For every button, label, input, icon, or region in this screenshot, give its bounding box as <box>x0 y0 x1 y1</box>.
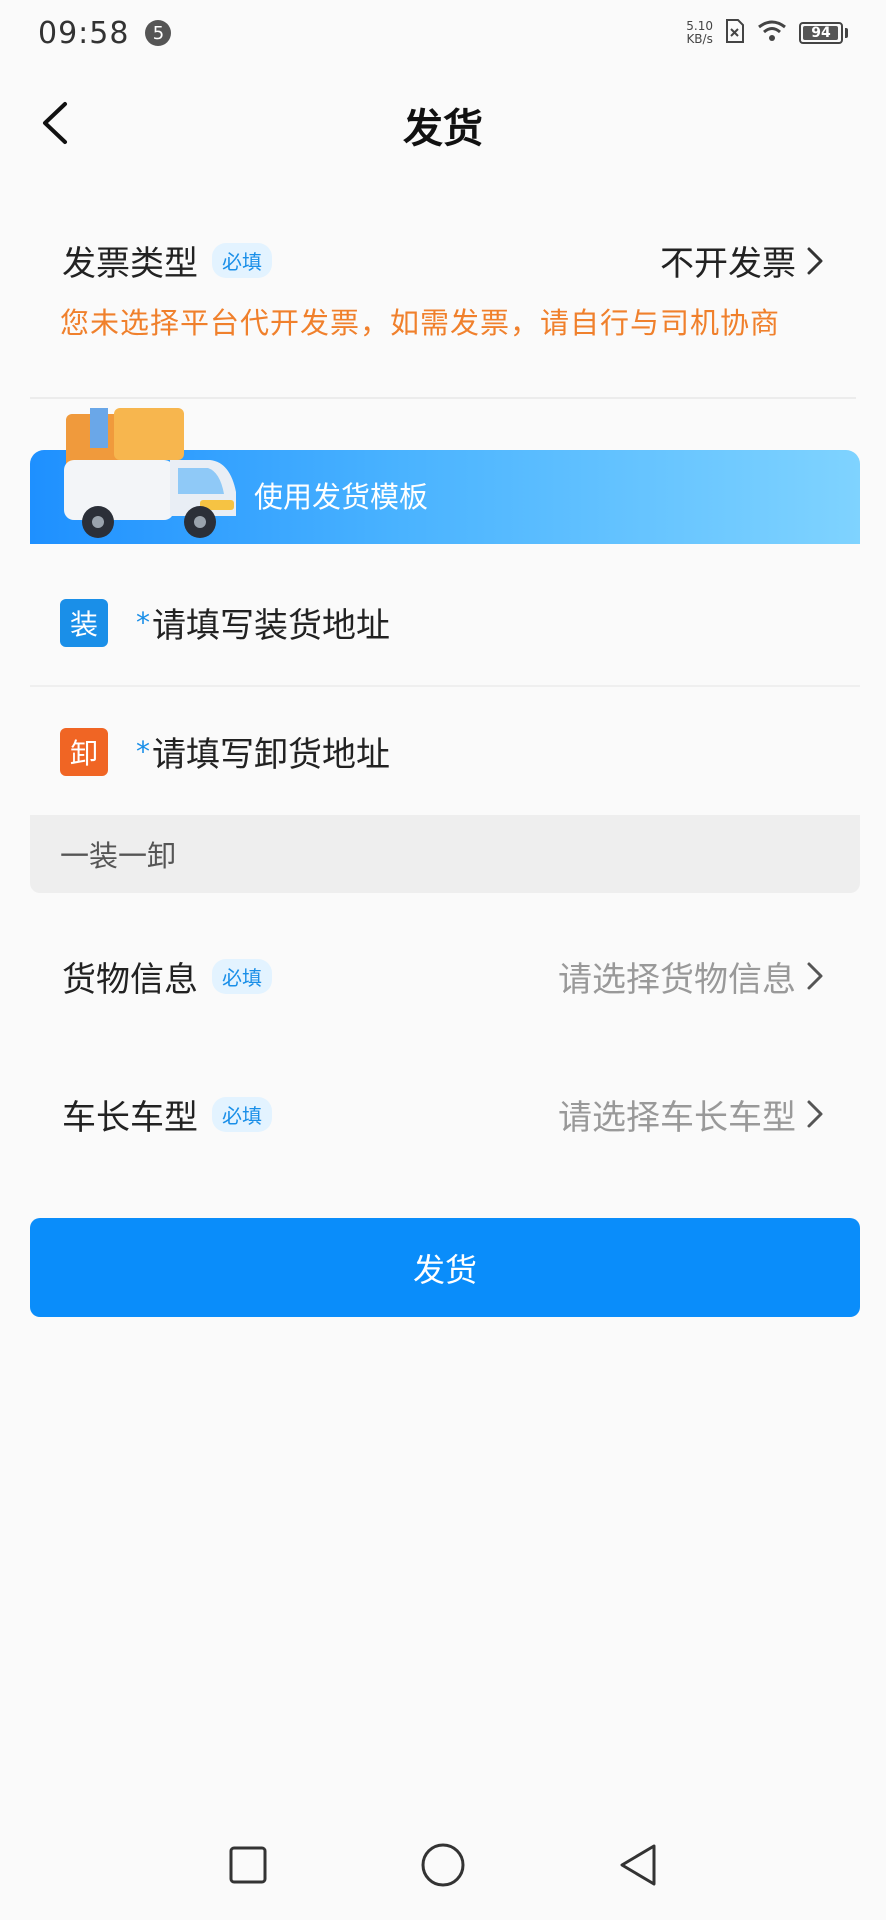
wifi-icon <box>757 19 787 47</box>
back-nav-button[interactable] <box>608 1835 668 1895</box>
cargo-info-row[interactable]: 货物信息 必填 请选择货物信息 <box>62 936 824 1016</box>
no-sim-icon <box>725 18 745 48</box>
invoice-section: 发票类型 必填 不开发票 您未选择平台代开发票，如需发票，请自行与司机协商 <box>0 200 886 400</box>
required-star: * <box>136 606 150 639</box>
recent-apps-button[interactable] <box>218 1835 278 1895</box>
load-tag: 装 <box>60 598 108 647</box>
cargo-value-group: 请选择货物信息 <box>558 952 824 1001</box>
status-right: 5.10 KB/s 94 <box>686 18 848 48</box>
truck-icon <box>64 408 236 538</box>
vehicle-label-group: 车长车型 必填 <box>62 1090 272 1139</box>
chevron-right-icon <box>806 961 824 991</box>
triangle-back-icon <box>620 1844 656 1886</box>
unloading-address-row[interactable]: 卸 * 请填写卸货地址 <box>30 688 860 815</box>
invoice-value-group: 不开发票 <box>660 236 824 285</box>
chevron-right-icon <box>806 1099 824 1129</box>
network-speed-unit: KB/s <box>686 32 713 46</box>
status-left: 09:58 5 <box>38 15 172 51</box>
required-badge: 必填 <box>212 1096 272 1132</box>
invoice-type-row[interactable]: 发票类型 必填 不开发票 <box>62 236 824 285</box>
ship-submit-button[interactable]: 发货 <box>30 1218 860 1317</box>
circle-icon <box>421 1843 465 1887</box>
notification-count-badge: 5 <box>145 20 172 46</box>
status-bar: 09:58 5 5.10 KB/s 94 <box>0 0 886 66</box>
use-template-banner[interactable]: 使用发货模板 <box>30 408 860 544</box>
use-template-label: 使用发货模板 <box>254 480 429 514</box>
status-time: 09:58 <box>38 15 130 51</box>
battery-level: 94 <box>811 25 831 41</box>
loading-address-row[interactable]: 装 * 请填写装货地址 <box>30 560 860 687</box>
cargo-label-group: 货物信息 必填 <box>62 952 272 1001</box>
network-speed: 5.10 KB/s <box>686 20 713 46</box>
square-icon <box>229 1846 267 1884</box>
battery-tip <box>845 28 848 38</box>
divider <box>30 397 856 399</box>
vehicle-type-placeholder: 请选择车长车型 <box>558 1097 796 1138</box>
invoice-warning-text: 您未选择平台代开发票，如需发票，请自行与司机协商 <box>60 306 781 340</box>
required-badge: 必填 <box>212 243 272 278</box>
invoice-type-label: 发票类型 <box>62 244 198 284</box>
required-badge: 必填 <box>212 958 272 994</box>
system-nav-bar <box>0 1810 886 1920</box>
load-unload-mode-bar: 一装一卸 <box>30 815 860 893</box>
invoice-label-group: 发票类型 必填 <box>62 236 272 285</box>
chevron-right-icon <box>806 246 824 276</box>
unloading-address-placeholder: 请填写卸货地址 <box>152 735 390 775</box>
loading-address-placeholder: 请填写装货地址 <box>152 606 390 646</box>
vehicle-type-label: 车长车型 <box>62 1097 198 1138</box>
nav-header: 发货 <box>0 66 886 178</box>
unload-tag: 卸 <box>60 727 108 776</box>
vehicle-value-group: 请选择车长车型 <box>558 1090 824 1139</box>
cargo-info-placeholder: 请选择货物信息 <box>558 959 796 1000</box>
invoice-type-value: 不开发票 <box>660 244 796 284</box>
page-title: 发货 <box>403 106 483 152</box>
home-button[interactable] <box>413 1835 473 1895</box>
battery-icon: 94 <box>799 22 843 44</box>
load-unload-mode-label: 一装一卸 <box>60 839 177 873</box>
required-star: * <box>136 735 150 768</box>
cargo-info-label: 货物信息 <box>62 959 198 1000</box>
vehicle-type-row[interactable]: 车长车型 必填 请选择车长车型 <box>62 1074 824 1154</box>
